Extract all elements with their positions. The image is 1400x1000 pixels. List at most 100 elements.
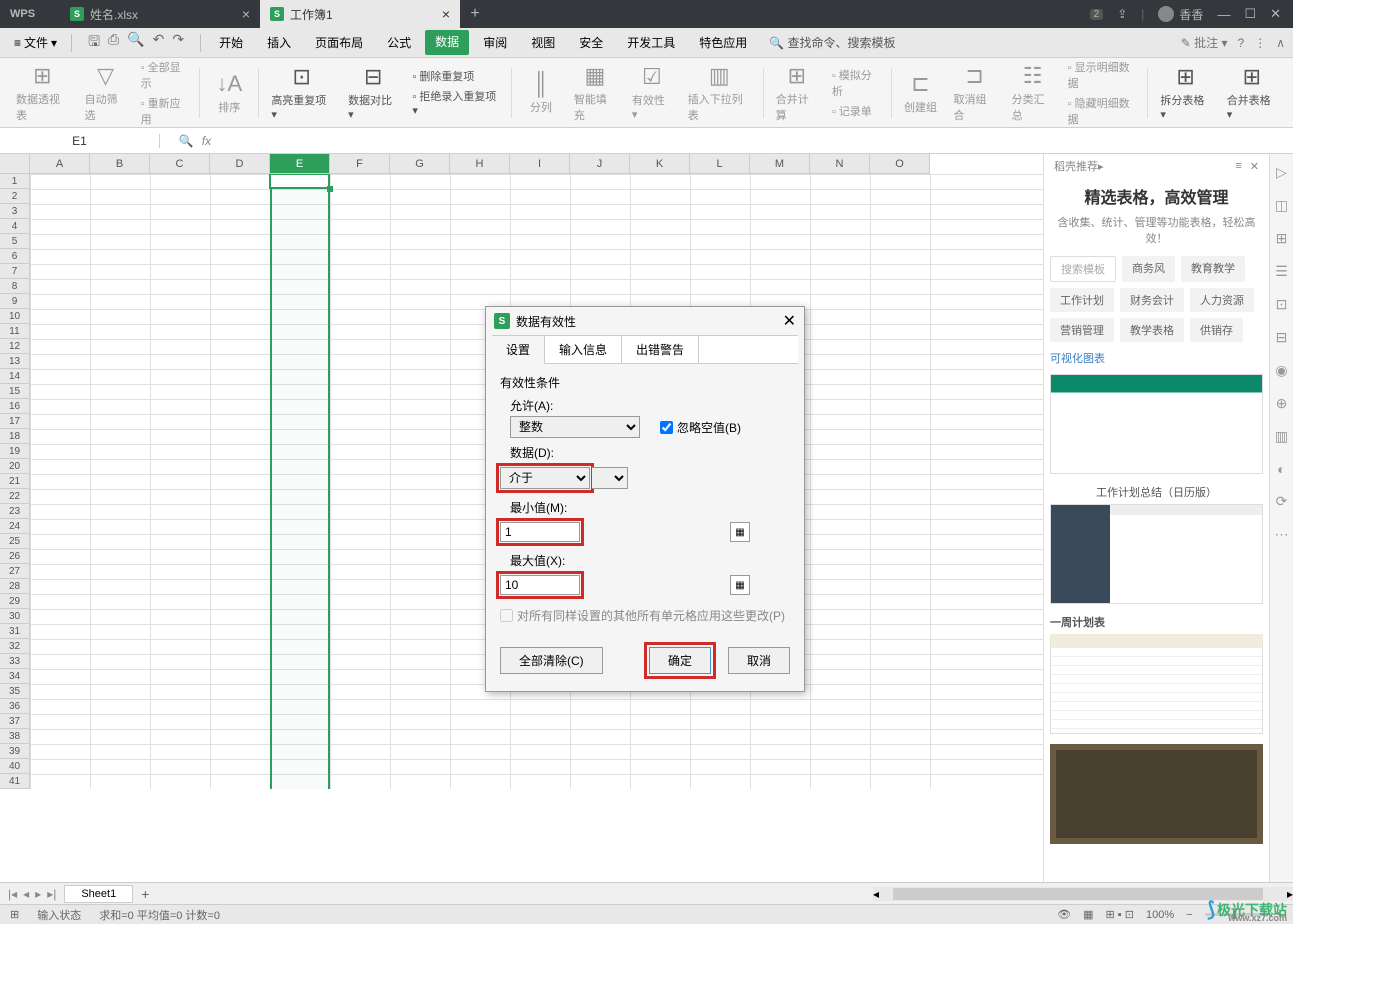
undo-icon[interactable]: ↶ [153,31,165,55]
clear-all-button[interactable]: 全部清除(C) [500,647,603,674]
view-icon[interactable]: 👁 [1057,908,1071,921]
next-sheet-icon[interactable]: ▸ [35,887,41,901]
row-header-40[interactable]: 40 [0,759,30,774]
row-header-1[interactable]: 1 [0,174,30,189]
minimize-icon[interactable]: — [1217,7,1230,22]
row-header-39[interactable]: 39 [0,744,30,759]
row-header-31[interactable]: 31 [0,624,30,639]
tag-财务会计[interactable]: 财务会计 [1120,288,1184,312]
sidebar-icon[interactable]: ◐ [1277,461,1285,477]
more-icon[interactable]: ⋮ [1254,36,1266,50]
col-header-N[interactable]: N [810,154,870,173]
ribbon-分类汇总[interactable]: ☷分类汇总 [1004,63,1062,123]
row-header-22[interactable]: 22 [0,489,30,504]
col-header-M[interactable]: M [750,154,810,173]
row-header-7[interactable]: 7 [0,264,30,279]
col-header-F[interactable]: F [330,154,390,173]
last-sheet-icon[interactable]: ▸| [47,887,56,901]
row-header-18[interactable]: 18 [0,429,30,444]
ribbon-分列[interactable]: ║分列 [516,71,566,115]
ribbon-数据透视表[interactable]: ⊞数据透视表 [8,63,77,123]
ribbon-高亮重复项[interactable]: ⊡高亮重复项 ▾ [263,64,340,121]
template-item[interactable] [1050,744,1263,844]
col-header-I[interactable]: I [510,154,570,173]
menu-数据[interactable]: 数据 [425,30,469,55]
close-icon[interactable]: ✕ [1250,160,1259,173]
menu-开发工具[interactable]: 开发工具 [617,30,685,55]
save-icon[interactable]: 🖫 [88,31,100,55]
tag-人力资源[interactable]: 人力资源 [1190,288,1254,312]
tab-file-2[interactable]: S 工作簿1 × [260,0,460,28]
tag-教学表格[interactable]: 教学表格 [1120,318,1184,342]
panel-menu-icon[interactable]: ≡ [1235,160,1241,173]
menu-安全[interactable]: 安全 [569,30,613,55]
ribbon-拒绝录入重复项[interactable]: ▫ 拒绝录入重复项 ▾ [412,88,501,117]
search-commands[interactable]: 🔍 查找命令、搜索模板 [759,30,905,55]
cloud-icon[interactable]: ⇪ [1117,7,1127,21]
zoom-out-icon[interactable]: − [1186,909,1192,921]
menu-审阅[interactable]: 审阅 [473,30,517,55]
ribbon-显示明细数据[interactable]: ▫ 显示明细数据 [1068,59,1138,91]
col-header-O[interactable]: O [870,154,930,173]
chart-link[interactable]: 可视化图表 [1050,350,1263,366]
row-header-29[interactable]: 29 [0,594,30,609]
row-header-3[interactable]: 3 [0,204,30,219]
template-search[interactable]: 搜索模板 [1050,256,1116,282]
row-header-27[interactable]: 27 [0,564,30,579]
ribbon-数据对比[interactable]: ⊟数据对比 ▾ [340,64,406,121]
sidebar-icon[interactable]: ⊕ [1276,395,1288,412]
redo-icon[interactable]: ↷ [172,31,184,55]
min-input[interactable] [500,522,580,542]
sidebar-icon[interactable]: ◉ [1275,362,1287,379]
max-input[interactable] [500,575,580,595]
range-picker-icon[interactable]: ▦ [730,522,750,542]
row-header-16[interactable]: 16 [0,399,30,414]
col-header-C[interactable]: C [150,154,210,173]
row-header-25[interactable]: 25 [0,534,30,549]
row-header-37[interactable]: 37 [0,714,30,729]
menu-公式[interactable]: 公式 [377,30,421,55]
ribbon-自动筛选[interactable]: ▽自动筛选 [77,63,135,123]
notification-badge[interactable]: 2 [1090,9,1104,20]
row-header-19[interactable]: 19 [0,444,30,459]
ribbon-取消组合[interactable]: ⊐取消组合 [946,63,1004,123]
row-header-33[interactable]: 33 [0,654,30,669]
first-sheet-icon[interactable]: |◂ [8,887,17,901]
sidebar-icon[interactable]: ◫ [1275,197,1288,214]
ribbon-合并表格[interactable]: ⊞合并表格 ▾ [1219,64,1285,121]
ribbon-排序[interactable]: ↓A排序 [204,71,254,115]
tag-供销存[interactable]: 供销存 [1190,318,1243,342]
ribbon-有效性[interactable]: ☑有效性 ▾ [624,64,680,121]
col-header-H[interactable]: H [450,154,510,173]
ribbon-重新应用[interactable]: ▫ 重新应用 [141,95,190,127]
col-header-G[interactable]: G [390,154,450,173]
allow-select[interactable]: 整数 [510,416,640,438]
template-item[interactable]: 工作计划总结（日历版） [1050,484,1263,604]
row-header-21[interactable]: 21 [0,474,30,489]
row-header-17[interactable]: 17 [0,414,30,429]
close-icon[interactable]: × [242,6,250,22]
print-icon[interactable]: ⎙ [108,31,119,55]
ribbon-创建组[interactable]: ⊏创建组 [896,71,946,115]
ribbon-记录单[interactable]: ▫ 记录单 [832,103,881,119]
row-header-34[interactable]: 34 [0,669,30,684]
row-header-10[interactable]: 10 [0,309,30,324]
ribbon-全部显示[interactable]: ▫ 全部显示 [141,59,190,91]
row-header-41[interactable]: 41 [0,774,30,789]
tab-settings[interactable]: 设置 [492,336,545,364]
tag-营销管理[interactable]: 营销管理 [1050,318,1114,342]
tag-工作计划[interactable]: 工作计划 [1050,288,1114,312]
row-header-14[interactable]: 14 [0,369,30,384]
zoom-level[interactable]: 100% [1146,909,1174,921]
sidebar-icon[interactable]: ▥ [1275,428,1288,445]
ribbon-智能填充[interactable]: ▦智能填充 [566,63,624,123]
new-tab-button[interactable]: + [460,5,490,23]
row-header-28[interactable]: 28 [0,579,30,594]
user-account[interactable]: 香香 [1158,6,1203,23]
data-select-arrow[interactable] [592,467,628,489]
row-header-26[interactable]: 26 [0,549,30,564]
mode-indicator-icon[interactable]: ⊞ [10,908,19,921]
prev-sheet-icon[interactable]: ◂ [23,887,29,901]
col-header-K[interactable]: K [630,154,690,173]
menu-开始[interactable]: 开始 [209,30,253,55]
